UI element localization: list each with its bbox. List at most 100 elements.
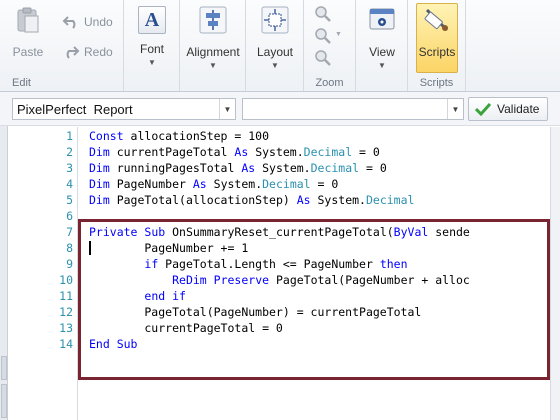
line-number: 6 [66,209,73,223]
code-line: Dim runningPagesTotal As System.Decimal … [89,161,387,175]
object-select-dropdown-icon[interactable]: ▼ [219,99,235,119]
paste-icon [17,7,39,33]
validate-label: Validate [497,102,540,116]
alignment-icon [199,6,227,34]
zoom-group-caption: Zoom [315,77,344,89]
zoom-search-icon[interactable] [314,49,332,67]
editor-vertical-scrollbar[interactable] [550,127,560,420]
line-number: 9 [66,257,73,271]
event-select[interactable]: ▼ [242,98,464,120]
validate-button[interactable]: Validate [468,97,548,121]
line-number: 8 [66,241,73,255]
view-dropdown-arrow-icon: ▼ [378,61,386,70]
scripts-label: Scripts [418,45,456,59]
code-line: Dim PageTotal(allocationStep) As System.… [89,193,414,207]
view-group: View ▼ [356,0,408,91]
zoom-out-icon[interactable] [314,27,332,45]
line-number: 2 [66,145,73,159]
left-panel-handle-lower[interactable] [1,384,7,418]
code-token: Decimal [303,145,353,159]
undo-button[interactable]: Undo [62,12,113,32]
code-token: System. [248,145,304,159]
code-line: Const allocationStep = 100 [89,129,269,143]
object-select-value: PixelPerfect Report [17,102,133,117]
code-token: Decimal [365,193,415,207]
view-icon [369,8,395,30]
redo-button[interactable]: Redo [62,42,113,62]
line-number: 5 [66,193,73,207]
edit-group: Paste Undo Redo Edit [0,0,124,91]
code-token: = 0 [310,177,339,191]
code-token: Const [89,129,124,143]
line-number: 4 [66,177,73,191]
alignment-group: Alignment ▼ [180,0,246,91]
zoom-in-icon[interactable] [314,5,332,23]
object-select[interactable]: PixelPerfect Report ▼ [12,98,236,120]
code-line: Dim currentPageTotal As System.Decimal =… [89,145,380,159]
font-icon: A [138,6,166,34]
layout-group: Layout ▼ [246,0,304,91]
code-token: runningPagesTotal [109,161,242,175]
left-panel-handle[interactable] [1,356,7,380]
code-token: Dim [89,177,110,191]
code-token: System. [206,177,263,191]
font-label: Font [139,42,164,56]
view-button[interactable]: View ▼ [362,4,402,72]
font-dropdown-arrow-icon: ▼ [148,58,156,67]
undo-icon [62,16,76,29]
alignment-label: Alignment [186,45,240,59]
code-token: allocationStep = 100 [123,129,270,143]
font-group: A Font ▼ [124,0,180,91]
paste-label: Paste [12,45,44,59]
zoom-dropdown-arrow-icon[interactable]: ▼ [335,31,342,38]
line-number: 13 [59,321,73,335]
validate-check-icon [475,102,491,116]
redo-icon [66,46,80,59]
line-number: 12 [59,305,73,319]
code-token: = 0 [359,161,387,175]
paste-button[interactable]: Paste [8,4,48,72]
code-token: Dim [89,145,110,159]
ribbon: Paste Undo Redo Edit A Font ▼ Alignment … [0,0,560,92]
layout-icon [261,6,289,34]
line-number: 14 [59,337,73,351]
code-token: As [234,145,249,159]
undo-label: Undo [84,15,113,29]
code-token: Decimal [310,161,360,175]
scripts-icon [424,8,449,32]
layout-button[interactable]: Layout ▼ [255,4,295,72]
line-number-gutter: 1 2 3 4 5 6 7 8 9 10 11 12 13 14 [9,127,79,420]
code-token: PageTotal(allocationStep) [109,193,297,207]
code-token: As [296,193,311,207]
scripts-button[interactable]: Scripts [416,3,458,73]
code-token: System. [255,161,311,175]
highlight-box [78,219,550,380]
redo-label: Redo [84,45,113,59]
view-label: View [369,45,395,59]
code-token: Dim [89,161,110,175]
line-number: 1 [66,129,73,143]
line-number: 3 [66,161,73,175]
code-token: Decimal [262,177,311,191]
scripts-group-caption: Scripts [419,77,454,89]
code-token: = 0 [352,145,380,159]
code-token: As [241,161,256,175]
font-button[interactable]: A Font ▼ [132,4,172,72]
script-toolbar: PixelPerfect Report ▼ ▼ Validate [0,92,560,126]
code-line: Dim PageNumber As System.Decimal = 0 [89,177,338,191]
code-token: PageNumber [109,177,193,191]
line-number: 11 [59,289,73,303]
code-token: As [192,177,207,191]
line-number: 10 [59,273,73,287]
code-token: System. [310,193,366,207]
alignment-button[interactable]: Alignment ▼ [186,4,240,72]
font-glyph: A [144,8,160,31]
left-panel [0,126,8,420]
code-token: Dim [89,193,110,207]
event-select-dropdown-icon[interactable]: ▼ [447,99,463,119]
code-token: currentPageTotal [109,145,235,159]
layout-dropdown-arrow-icon: ▼ [271,61,279,70]
edit-group-caption: Edit [12,77,31,89]
zoom-group: ▼ Zoom [304,0,356,91]
line-number: 7 [66,225,73,239]
